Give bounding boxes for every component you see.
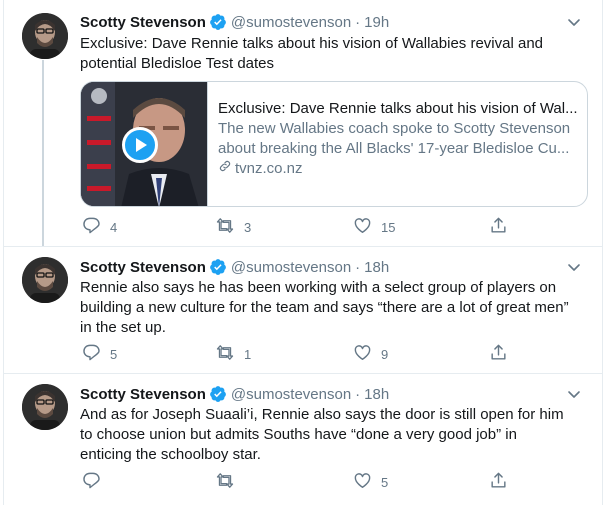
chevron-down-icon[interactable] [564,384,584,404]
like-count: 15 [381,219,396,235]
retweet-icon [215,471,244,493]
reply-count: 4 [110,219,118,235]
tweet-actions: 5 1 9 [80,344,520,364]
timestamp[interactable]: 18h [364,386,389,403]
timeline: Scotty Stevenson @sumostevenson · 19h Ex… [0,0,607,505]
separator-dot: · [355,385,361,403]
author-handle[interactable]: @sumostevenson [231,14,351,31]
tweet[interactable]: Scotty Stevenson @sumostevenson · 18h Re… [4,246,602,373]
verified-badge-icon [209,258,227,276]
separator-dot: · [355,13,361,31]
like-button[interactable]: 15 [353,217,395,237]
avatar[interactable] [22,384,68,430]
tweet-text-line: Exclusive: Dave Rennie talks about his v… [80,35,544,52]
reply-count: 5 [110,346,118,362]
like-icon [353,343,381,365]
reply-button[interactable] [82,472,110,492]
share-icon [489,216,517,238]
card-domain-text: tvnz.co.nz [235,160,303,177]
tweet-header: Scotty Stevenson @sumostevenson · 19h [80,12,584,32]
chevron-down-icon[interactable] [564,257,584,277]
retweet-button[interactable]: 1 [215,344,251,364]
avatar[interactable] [22,13,68,59]
like-button[interactable]: 5 [353,472,388,492]
separator-dot: · [355,258,361,276]
retweet-icon [215,216,244,238]
play-icon[interactable] [122,127,158,163]
reply-button[interactable]: 4 [82,217,117,237]
timestamp[interactable]: 18h [364,259,389,276]
tweet-text-line: to choose union but admits Souths have “… [80,426,517,443]
retweet-button[interactable] [215,472,244,492]
author-name[interactable]: Scotty Stevenson [80,386,206,403]
share-button[interactable] [489,472,517,492]
tweet-text-line: in the set up. [80,319,166,336]
card-domain: tvnz.co.nz [218,159,578,179]
share-icon [489,471,517,493]
card-title: Exclusive: Dave Rennie talks about his v… [218,100,578,117]
tweet-header: Scotty Stevenson @sumostevenson · 18h [80,257,584,277]
author-name[interactable]: Scotty Stevenson [80,14,206,31]
card-description-line: about breaking the All Blacks' 17-year B… [218,140,570,157]
author-handle[interactable]: @sumostevenson [231,259,351,276]
like-button[interactable]: 9 [353,344,388,364]
author-name[interactable]: Scotty Stevenson [80,259,206,276]
tweet-text: And as for Joseph Suaali’i, Rennie also … [80,405,592,465]
tweet-text: Exclusive: Dave Rennie talks about his v… [80,34,592,74]
tweet-text-line: potential Bledisloe Test dates [80,55,275,72]
timestamp[interactable]: 19h [364,14,389,31]
tweet-text-line: enticing the schoolboy star. [80,446,261,463]
retweet-count: 3 [244,219,252,235]
like-icon [353,471,381,493]
reply-icon [82,216,110,238]
tweet-actions: 4 3 15 [80,217,520,237]
like-count: 5 [381,474,389,490]
reply-button[interactable]: 5 [82,344,117,364]
verified-badge-icon [209,385,227,403]
tweet-text-line: And as for Joseph Suaali’i, Rennie also … [80,406,564,423]
link-card[interactable]: Exclusive: Dave Rennie talks about his v… [80,81,588,207]
share-button[interactable] [489,217,517,237]
tweet[interactable]: Scotty Stevenson @sumostevenson · 18h An… [4,373,602,505]
card-body: Exclusive: Dave Rennie talks about his v… [218,99,578,179]
share-icon [489,343,517,365]
chevron-down-icon[interactable] [564,12,584,32]
reply-icon [82,471,110,493]
tweet-text: Rennie also says he has been working wit… [80,278,592,338]
reply-icon [82,343,110,365]
link-icon [218,159,235,179]
timeline-border-right [602,0,603,505]
like-count: 9 [381,346,389,362]
tweet-header: Scotty Stevenson @sumostevenson · 18h [80,384,584,404]
author-handle[interactable]: @sumostevenson [231,386,351,403]
share-button[interactable] [489,344,517,364]
like-icon [353,216,381,238]
retweet-count: 1 [244,346,252,362]
tweet[interactable]: Scotty Stevenson @sumostevenson · 19h Ex… [4,0,602,246]
verified-badge-icon [209,13,227,31]
card-divider [207,82,208,206]
retweet-button[interactable]: 3 [215,217,251,237]
card-description-line: The new Wallabies coach spoke to Scotty … [218,120,571,137]
tweet-text-line: Rennie also says he has been working wit… [80,279,557,296]
tweet-text-line: building a new culture for the team and … [80,299,569,316]
avatar[interactable] [22,257,68,303]
retweet-icon [215,343,244,365]
tweet-actions: 5 [80,472,520,492]
